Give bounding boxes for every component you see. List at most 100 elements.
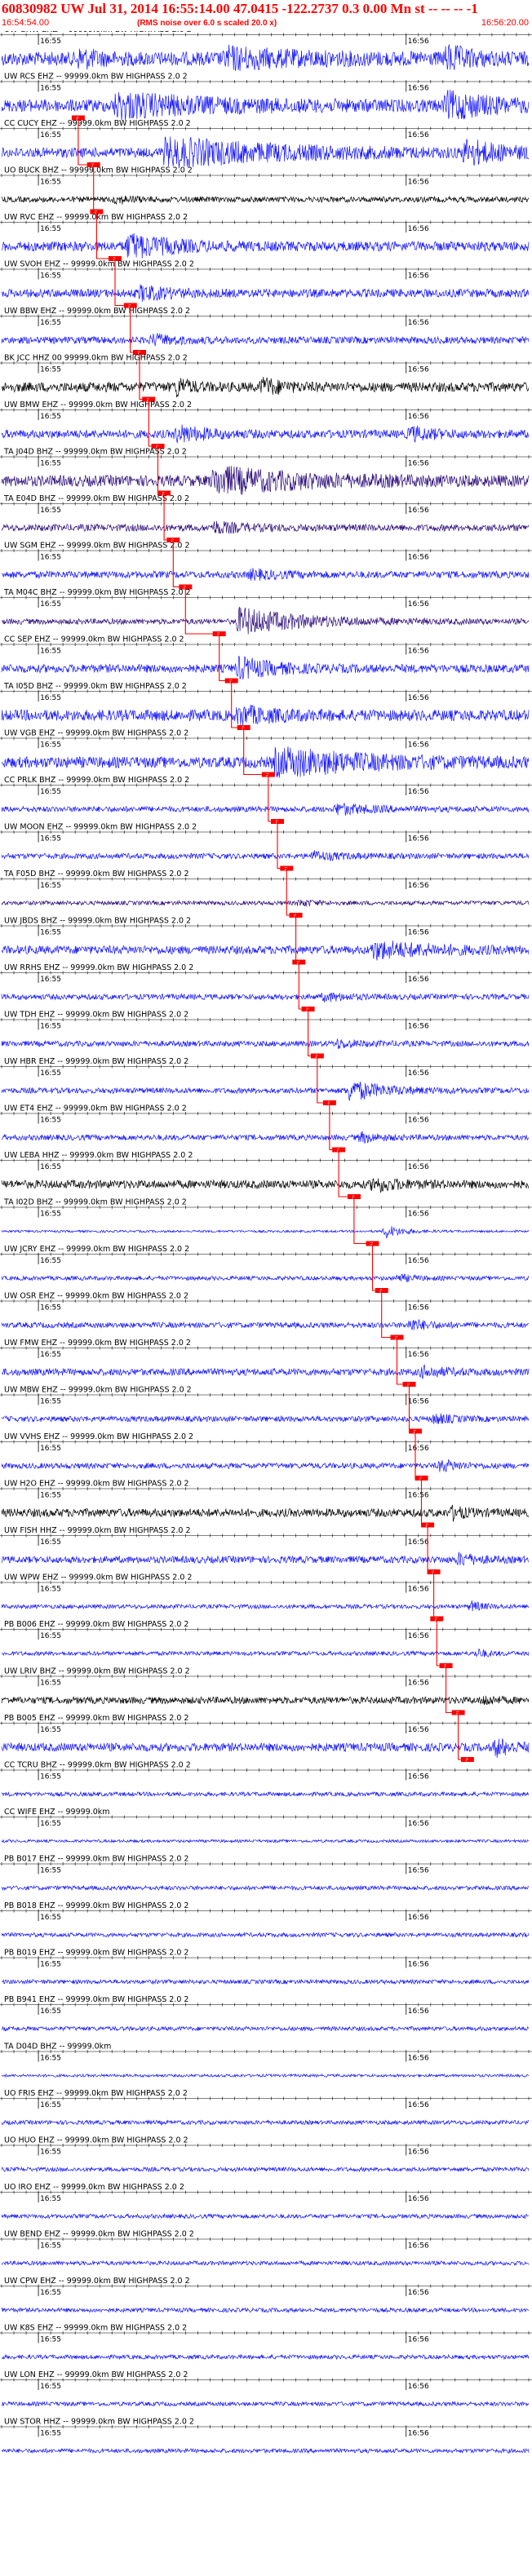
minute-tick-label: 16:56 bbox=[408, 694, 429, 702]
minute-tick-label: 16:56 bbox=[408, 976, 429, 984]
minute-tick-label: 16:56 bbox=[408, 1211, 429, 1219]
station-label: PB B005 EHZ -- 99999.0km BW HIGHPASS 2.0… bbox=[4, 1714, 188, 1723]
trace-23: UW ET4 EHZ -- 99999.0km BW HIGHPASS 2.0 … bbox=[0, 1104, 532, 1153]
trace-10: TA E04D BHZ -- 99999.0km BW HIGHPASS 2.0… bbox=[0, 494, 532, 543]
minute-tick-label: 16:56 bbox=[408, 882, 429, 890]
waveform bbox=[1, 424, 530, 444]
minute-tick-label: 16:56 bbox=[408, 741, 429, 750]
waveform bbox=[1, 655, 530, 680]
start-time: 16:54:54.00 bbox=[2, 18, 50, 28]
station-label: UW BBW EHZ -- 99999.0km BW HIGHPASS 2.0 … bbox=[4, 307, 190, 316]
trace-7: BK JCC HHZ 00 99999.0km BW HIGHPASS 2.0 … bbox=[0, 354, 532, 403]
station-label: UW STOR HHZ -- 99999.0km BW HIGHPASS 2.0… bbox=[4, 2418, 194, 2427]
minute-tick-label: 16:56 bbox=[408, 1726, 429, 1734]
minute-tick-label: 16:56 bbox=[408, 1632, 429, 1640]
minute-tick-label: 16:56 bbox=[408, 1257, 429, 1265]
event-title: 60830982 UW Jul 31, 2014 16:55:14.00 47.… bbox=[2, 1, 478, 16]
minute-tick-label: 16:55 bbox=[40, 741, 61, 750]
minute-tick-label: 16:56 bbox=[408, 272, 429, 281]
waveform bbox=[1, 2119, 530, 2126]
trace-48: UW CPW EHZ -- 99999.0km BW HIGHPASS 2.0 … bbox=[0, 2277, 532, 2313]
trace-46: UO IRO EHZ -- 99999.0km BW HIGHPASS 2.0 … bbox=[0, 2183, 532, 2220]
waveform bbox=[1, 2073, 529, 2078]
station-label: UW ET4 EHZ -- 99999.0km BW HIGHPASS 2.0 … bbox=[4, 1104, 187, 1113]
minute-tick-label: 16:55 bbox=[40, 788, 61, 796]
station-label: UW BEND EHZ -- 99999.0km BW HIGHPASS 2.0… bbox=[4, 2230, 194, 2239]
waveform bbox=[1, 606, 530, 635]
minute-tick-label: 16:55 bbox=[40, 413, 61, 421]
station-label: UW OSR EHZ -- 99999.0km BW HIGHPASS 2.0 … bbox=[4, 1292, 188, 1301]
station-label: UW JBDS BHZ -- 99999.0km BW HIGHPASS 2.0… bbox=[4, 917, 191, 926]
trace-34: PB B006 EHZ -- 99999.0km BW HIGHPASS 2.0… bbox=[0, 1620, 532, 1669]
waveform bbox=[1, 2260, 530, 2267]
station-label: UW VGB EHZ -- 99999.0km BW HIGHPASS 2.0 … bbox=[4, 729, 188, 738]
minute-tick-label: 16:56 bbox=[408, 413, 429, 421]
station-label: UW FMW EHZ -- 99999.0km BW HIGHPASS 2.0 … bbox=[4, 1339, 191, 1348]
waveform bbox=[1, 1600, 530, 1612]
waveform bbox=[1, 802, 530, 816]
station-label: UW JCRY EHZ -- 99999.0km BW HIGHPASS 2.0… bbox=[4, 1245, 189, 1254]
station-label: UO FRIS EHZ -- 99999.0km BW HIGHPASS 2.0… bbox=[4, 2089, 188, 2098]
minute-tick-label: 16:55 bbox=[40, 131, 61, 139]
waveform bbox=[1, 1178, 530, 1193]
minute-tick-label: 16:55 bbox=[40, 85, 61, 93]
minute-tick-label: 16:56 bbox=[408, 2289, 429, 2297]
station-label: UW WPW EHZ -- 99999.0km BW HIGHPASS 2.0 … bbox=[4, 1573, 192, 1582]
station-label: UW LEBA HHZ -- 99999.0km BW HIGHPASS 2.0… bbox=[4, 1151, 193, 1160]
minute-tick-label: 16:55 bbox=[40, 2430, 61, 2438]
trace-33: UW WPW EHZ -- 99999.0km BW HIGHPASS 2.0 … bbox=[0, 1573, 532, 1622]
minute-tick-label: 16:56 bbox=[408, 507, 429, 515]
trace-51: UW STOR HHZ -- 99999.0km BW HIGHPASS 2.0… bbox=[0, 2418, 532, 2454]
minute-tick-label: 16:55 bbox=[40, 366, 61, 374]
minute-tick-label: 16:55 bbox=[40, 2055, 61, 2063]
trace-9: TA J04D BHZ -- 99999.0km BW HIGHPASS 2.0… bbox=[0, 448, 532, 497]
station-label: PB B017 EHZ -- 99999.0km BW HIGHPASS 2.0… bbox=[4, 1855, 188, 1864]
minute-tick-label: 16:55 bbox=[40, 1351, 61, 1359]
trace-44: UO FRIS EHZ -- 99999.0km BW HIGHPASS 2.0… bbox=[0, 2089, 532, 2126]
minute-tick-label: 16:55 bbox=[40, 882, 61, 890]
station-label: UW TDH EHZ -- 99999.0km BW HIGHPASS 2.0 … bbox=[4, 1011, 188, 1020]
trace-39: PB B017 EHZ -- 99999.0km BW HIGHPASS 2.0… bbox=[0, 1855, 532, 1892]
minute-tick-label: 16:55 bbox=[40, 507, 61, 515]
minute-tick-label: 16:55 bbox=[40, 1304, 61, 1312]
station-label: TA D04D BHZ -- 99999.0km bbox=[3, 2043, 111, 2052]
minute-tick-label: 16:55 bbox=[40, 1632, 61, 1640]
minute-tick-label: 16:55 bbox=[40, 1961, 61, 1969]
station-label: UW MOON EHZ -- 99999.0km BW HIGHPASS 2.0… bbox=[4, 823, 197, 832]
minute-tick-label: 16:55 bbox=[40, 2336, 61, 2344]
waveform bbox=[1, 1413, 530, 1424]
trace-18: TA F05D BHZ -- 99999.0km BW HIGHPASS 2.0… bbox=[0, 870, 532, 918]
station-label: TA I05D BHZ -- 99999.0km BW HIGHPASS 2.0… bbox=[3, 682, 187, 691]
minute-tick-label: 16:55 bbox=[40, 600, 61, 609]
minute-tick-label: 16:55 bbox=[40, 1163, 61, 1171]
waveform bbox=[1, 1131, 530, 1144]
waveform bbox=[1, 44, 530, 72]
minute-tick-label: 16:56 bbox=[408, 1492, 429, 1500]
station-label: CC CUCY EHZ -- 99999.0km BW HIGHPASS 2.0… bbox=[4, 119, 191, 128]
minute-tick-label: 16:55 bbox=[40, 319, 61, 327]
station-label: UW RVC EHZ -- 99999.0km BW HIGHPASS 2.0 … bbox=[4, 213, 188, 222]
minute-tick-label: 16:56 bbox=[408, 600, 429, 609]
trace-50: UW LON EHZ -- 99999.0km BW HIGHPASS 2.0 … bbox=[0, 2370, 532, 2407]
station-label: UW GHW EHZ -- 99999.0km BW HIGHPASS 2.0 … bbox=[4, 31, 192, 34]
minute-tick-label: 16:55 bbox=[40, 1445, 61, 1453]
minute-tick-label: 16:55 bbox=[40, 179, 61, 187]
minute-tick-label: 16:56 bbox=[408, 85, 429, 93]
trace-38: CC WIFE EHZ -- 99999.0km 16:55 16:56 bbox=[0, 1808, 532, 1844]
waveform bbox=[1, 1978, 530, 1985]
minute-tick-label: 16:56 bbox=[408, 460, 429, 468]
trace-30: UW VVHS EHZ -- 99999.0km BW HIGHPASS 2.0… bbox=[0, 1432, 532, 1481]
trace-4: UW RVC EHZ -- 99999.0km BW HIGHPASS 2.0 … bbox=[0, 213, 532, 262]
waveform bbox=[1, 284, 530, 303]
trace-45: UO HUO EHZ -- 99999.0km BW HIGHPASS 2.0 … bbox=[0, 2136, 532, 2173]
station-label: UW SVOH EHZ -- 99999.0km BW HIGHPASS 2.0… bbox=[4, 260, 194, 269]
minute-tick-label: 16:55 bbox=[40, 835, 61, 843]
station-label: PB B018 EHZ -- 99999.0km BW HIGHPASS 2.0… bbox=[4, 1901, 188, 1910]
trace-14: TA I05D BHZ -- 99999.0km BW HIGHPASS 2.0… bbox=[0, 682, 532, 731]
station-label: UW RCS EHZ -- 99999.0km BW HIGHPASS 2.0 … bbox=[4, 73, 188, 82]
minute-tick-label: 16:56 bbox=[408, 554, 429, 562]
minute-tick-label: 16:56 bbox=[408, 2007, 429, 2016]
minute-tick-label: 16:55 bbox=[40, 976, 61, 984]
minute-tick-label: 16:56 bbox=[408, 1069, 429, 1078]
minute-tick-label: 16:55 bbox=[40, 554, 61, 562]
